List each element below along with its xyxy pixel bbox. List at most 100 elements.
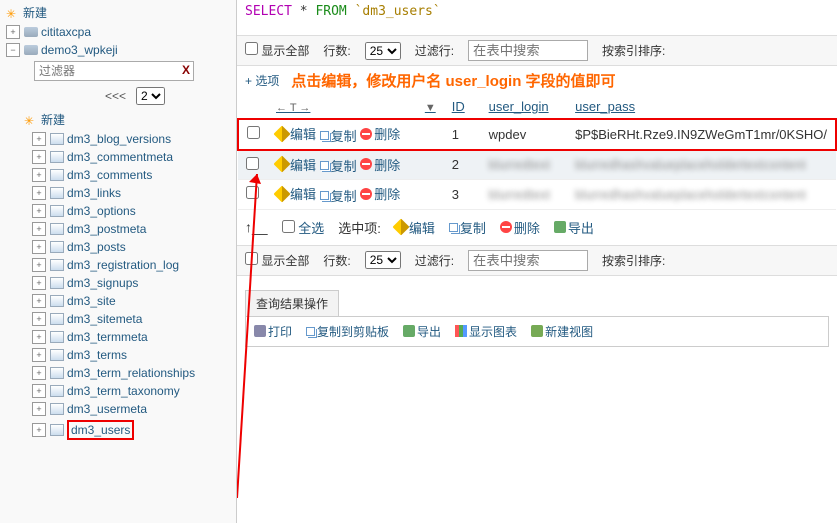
sidebar-table-dm3_terms[interactable]: dm3_terms bbox=[0, 346, 236, 364]
table-icon bbox=[50, 241, 64, 253]
sidebar-table-dm3_sitemeta[interactable]: dm3_sitemeta bbox=[0, 310, 236, 328]
filter-input-b[interactable] bbox=[468, 250, 588, 271]
annotation-text: 点击编辑，修改用户名 user_login 字段的值即可 bbox=[283, 70, 623, 91]
expand-icon[interactable] bbox=[32, 240, 46, 254]
sidebar-table-dm3_site[interactable]: dm3_site bbox=[0, 292, 236, 310]
bulk-edit[interactable]: 编辑 bbox=[395, 218, 435, 237]
row-copy[interactable]: 复制 bbox=[320, 126, 357, 145]
options-toggle[interactable]: + 选项 bbox=[245, 72, 279, 89]
result-table: ← T → ▼ ID user_login user_pass 编辑 复制 删除… bbox=[237, 95, 837, 210]
rows-select-b[interactable]: 25 bbox=[365, 251, 401, 269]
show-all-checkbox-wrap[interactable]: 显示全部 bbox=[245, 42, 309, 59]
col-user-pass[interactable]: user_pass bbox=[575, 99, 635, 114]
table-icon bbox=[50, 367, 64, 379]
sort-desc-icon[interactable]: ▼ bbox=[425, 102, 436, 114]
sidebar-table-label: dm3_commentmeta bbox=[67, 150, 173, 164]
rows-select[interactable]: 25 bbox=[365, 42, 401, 60]
sidebar-table-dm3_commentmeta[interactable]: dm3_commentmeta bbox=[0, 148, 236, 166]
row-edit[interactable]: 编辑 bbox=[276, 184, 316, 203]
row-delete[interactable]: 删除 bbox=[360, 124, 400, 143]
filter-input[interactable] bbox=[468, 40, 588, 61]
table-icon bbox=[50, 403, 64, 415]
bulk-copy[interactable]: 复制 bbox=[449, 218, 486, 237]
collapse-icon[interactable] bbox=[6, 43, 20, 57]
op-print[interactable]: 打印 bbox=[254, 323, 292, 340]
expand-icon[interactable] bbox=[32, 222, 46, 236]
show-all-checkbox-b[interactable] bbox=[245, 252, 258, 265]
op-clipboard[interactable]: 复制到剪贴板 bbox=[306, 323, 389, 340]
op-chart[interactable]: 显示图表 bbox=[455, 323, 517, 340]
expand-icon[interactable] bbox=[32, 294, 46, 308]
sidebar-table-dm3_usermeta[interactable]: dm3_usermeta bbox=[0, 400, 236, 418]
expand-icon[interactable] bbox=[32, 423, 46, 437]
expand-icon[interactable] bbox=[32, 132, 46, 146]
col-user-login[interactable]: user_login bbox=[489, 99, 549, 114]
sidebar-table-dm3_registration_log[interactable]: dm3_registration_log bbox=[0, 256, 236, 274]
sql-keyword-select: SELECT bbox=[245, 4, 292, 19]
row-checkbox[interactable] bbox=[247, 126, 260, 139]
toolbar-bottom: 显示全部 行数: 25 过滤行: 按索引排序: bbox=[237, 245, 837, 276]
expand-icon[interactable] bbox=[32, 186, 46, 200]
rows-label: 行数: bbox=[323, 42, 350, 59]
op-export[interactable]: 导出 bbox=[403, 323, 441, 340]
sidebar-db-cititaxcpa[interactable]: cititaxcpa bbox=[0, 23, 236, 41]
sidebar-table-dm3_users[interactable]: dm3_users bbox=[0, 418, 236, 442]
expand-icon[interactable] bbox=[32, 348, 46, 362]
clear-filter-icon[interactable]: X bbox=[182, 63, 190, 77]
sidebar-db-demo3[interactable]: demo3_wpkeji bbox=[0, 41, 236, 59]
expand-icon[interactable] bbox=[32, 312, 46, 326]
result-table-wrap: ← T → ▼ ID user_login user_pass 编辑 复制 删除… bbox=[237, 95, 837, 210]
sidebar-table-dm3_options[interactable]: dm3_options bbox=[0, 202, 236, 220]
sidebar-table-dm3_blog_versions[interactable]: dm3_blog_versions bbox=[0, 130, 236, 148]
pager-prev[interactable]: <<< bbox=[105, 89, 126, 103]
row-edit[interactable]: 编辑 bbox=[276, 155, 316, 174]
col-id[interactable]: ID bbox=[452, 99, 465, 114]
expand-icon[interactable] bbox=[32, 366, 46, 380]
expand-icon[interactable] bbox=[32, 168, 46, 182]
row-copy[interactable]: 复制 bbox=[320, 156, 357, 175]
sidebar-tables-new[interactable]: 新建 bbox=[0, 109, 236, 130]
expand-icon[interactable] bbox=[32, 150, 46, 164]
table-row[interactable]: 编辑 复制 删除3blurredtextblurredhashvalueplac… bbox=[238, 180, 836, 210]
copy-icon bbox=[320, 131, 329, 140]
op-create-view[interactable]: 新建视图 bbox=[531, 323, 593, 340]
row-checkbox[interactable] bbox=[246, 186, 259, 199]
show-all-checkbox[interactable] bbox=[245, 42, 258, 55]
sidebar-table-dm3_term_taxonomy[interactable]: dm3_term_taxonomy bbox=[0, 382, 236, 400]
expand-icon[interactable] bbox=[32, 276, 46, 290]
sort-arrows-icon[interactable]: ← T → bbox=[276, 102, 310, 114]
table-row[interactable]: 编辑 复制 删除1wpdev$P$BieRHt.Rze9.IN9ZWeGmT1m… bbox=[238, 119, 836, 150]
bulk-export[interactable]: 导出 bbox=[554, 218, 594, 237]
sidebar-table-dm3_posts[interactable]: dm3_posts bbox=[0, 238, 236, 256]
sidebar-table-dm3_links[interactable]: dm3_links bbox=[0, 184, 236, 202]
bulk-delete[interactable]: 删除 bbox=[500, 218, 540, 237]
expand-icon[interactable] bbox=[32, 384, 46, 398]
expand-icon[interactable] bbox=[32, 330, 46, 344]
row-delete[interactable]: 删除 bbox=[360, 155, 400, 174]
cell-user-login: wpdev bbox=[481, 119, 568, 150]
sidebar-table-dm3_postmeta[interactable]: dm3_postmeta bbox=[0, 220, 236, 238]
sidebar-table-label: dm3_sitemeta bbox=[67, 312, 142, 326]
row-edit[interactable]: 编辑 bbox=[276, 124, 316, 143]
sidebar-table-dm3_termmeta[interactable]: dm3_termmeta bbox=[0, 328, 236, 346]
sidebar-table-label: dm3_comments bbox=[67, 168, 152, 182]
table-row[interactable]: 编辑 复制 删除2blurredtextblurredhashvalueplac… bbox=[238, 150, 836, 180]
expand-icon[interactable] bbox=[6, 25, 20, 39]
expand-icon[interactable] bbox=[32, 204, 46, 218]
sql-keyword-from: FROM bbox=[315, 4, 346, 19]
sidebar-table-label: dm3_options bbox=[67, 204, 136, 218]
expand-icon[interactable] bbox=[32, 258, 46, 272]
sidebar-table-dm3_signups[interactable]: dm3_signups bbox=[0, 274, 236, 292]
row-delete[interactable]: 删除 bbox=[360, 184, 400, 203]
sidebar-table-dm3_term_relationships[interactable]: dm3_term_relationships bbox=[0, 364, 236, 382]
row-copy[interactable]: 复制 bbox=[320, 186, 357, 205]
sidebar-filter-input[interactable] bbox=[34, 61, 194, 81]
row-checkbox[interactable] bbox=[246, 157, 259, 170]
sidebar-table-dm3_comments[interactable]: dm3_comments bbox=[0, 166, 236, 184]
select-all-wrap[interactable]: 全选 bbox=[282, 218, 325, 237]
sidebar-new[interactable]: 新建 bbox=[0, 2, 236, 23]
select-all-checkbox[interactable] bbox=[282, 220, 295, 233]
pager-page-select[interactable]: 2 bbox=[136, 87, 165, 105]
sidebar: 新建 cititaxcpa demo3_wpkeji X <<< 2 新建 bbox=[0, 0, 237, 523]
expand-icon[interactable] bbox=[32, 402, 46, 416]
